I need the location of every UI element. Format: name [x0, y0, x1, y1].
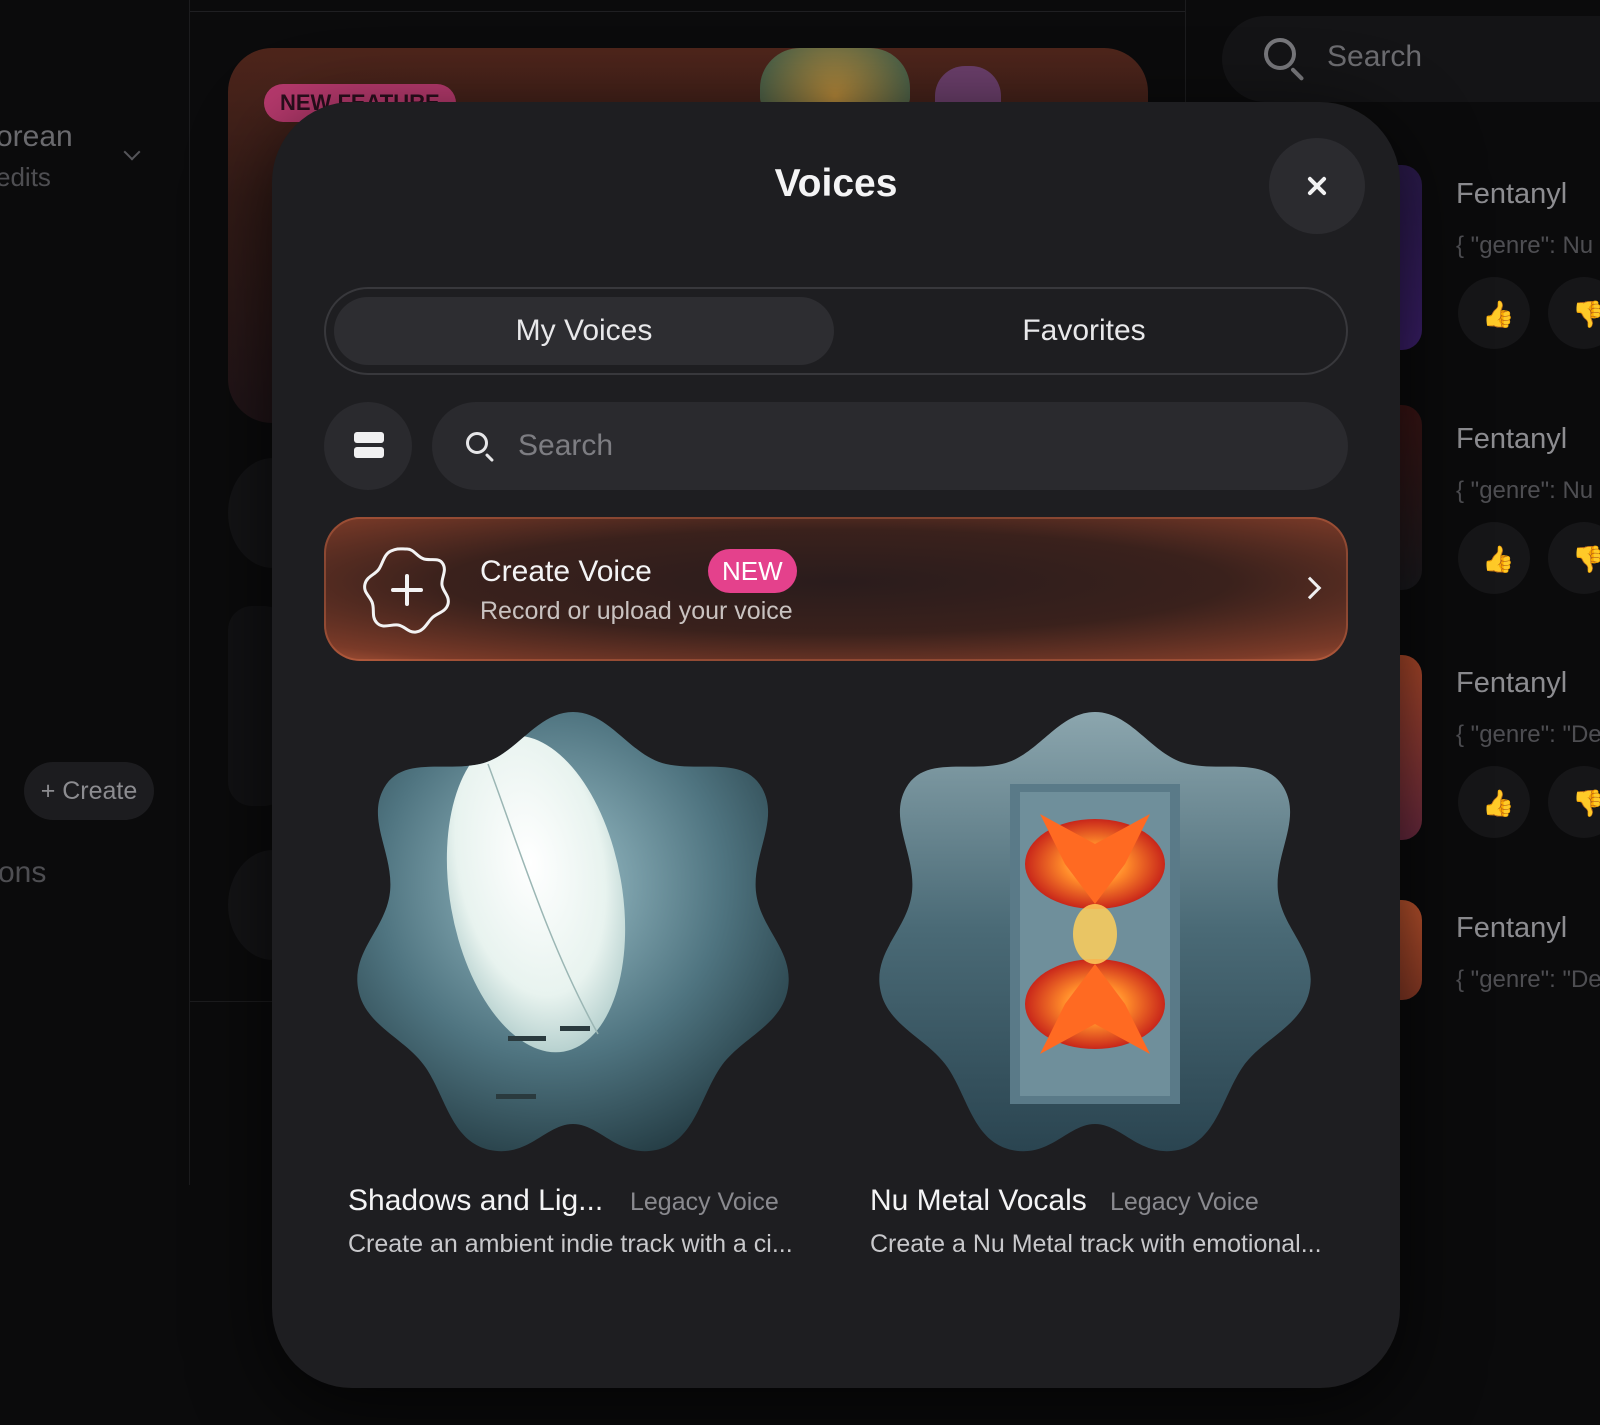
sidebar-create-button[interactable]: + Create — [24, 762, 154, 820]
feed-item-subtitle: { "genre": Nu — [1456, 232, 1594, 259]
list-view-icon — [354, 447, 384, 458]
sidebar: orean edits + Create ons — [0, 0, 190, 1185]
search-icon — [1264, 38, 1296, 70]
app-screen: orean edits + Create ons NEW FEATURE Sea… — [0, 0, 1600, 1425]
chevron-down-icon[interactable] — [123, 143, 141, 161]
voice-cover-image — [357, 712, 789, 1152]
voice-card[interactable]: Nu Metal Vocals Legacy Voice Create a Nu… — [870, 704, 1340, 1284]
thumbs-up-icon: 👍 — [1482, 544, 1515, 574]
voice-search-bar — [432, 402, 1348, 490]
like-button[interactable]: 👍 — [1458, 766, 1530, 838]
feed-item-title[interactable]: Fentanyl — [1456, 912, 1567, 945]
feed-item-title[interactable]: Fentanyl — [1456, 667, 1567, 700]
feed-item-subtitle: { "genre": "De — [1456, 721, 1600, 748]
voice-description: Create an ambient indie track with a ci.… — [348, 1230, 793, 1258]
like-button[interactable]: 👍 — [1458, 277, 1530, 349]
new-badge: NEW — [708, 549, 797, 593]
voices-modal: Voices My Voices Favorites Create Voice … — [272, 102, 1400, 1388]
add-voice-icon — [363, 547, 450, 634]
voice-type-tag: Legacy Voice — [630, 1188, 779, 1216]
chevron-right-icon — [1298, 576, 1322, 600]
voice-name: Nu Metal Vocals — [870, 1184, 1087, 1217]
feed-item-subtitle: { "genre": "De — [1456, 966, 1600, 993]
voice-name: Shadows and Lig... — [348, 1184, 604, 1217]
like-button[interactable]: 👍 — [1458, 522, 1530, 594]
thumbs-down-icon: 👎 — [1572, 299, 1600, 329]
create-voice-title: Create Voice — [480, 555, 652, 588]
close-button[interactable] — [1269, 138, 1365, 234]
feed-item-title[interactable]: Fentanyl — [1456, 423, 1567, 456]
account-name[interactable]: orean — [0, 120, 73, 154]
voice-description: Create a Nu Metal track with emotional..… — [870, 1230, 1322, 1258]
feed-item-title[interactable]: Fentanyl — [1456, 178, 1567, 211]
sidebar-item[interactable]: ons — [0, 856, 46, 890]
voices-tabs: My Voices Favorites — [324, 287, 1348, 375]
voice-search-input[interactable] — [518, 402, 1318, 490]
thumbs-up-icon: 👍 — [1482, 788, 1515, 818]
list-view-icon — [354, 432, 384, 443]
create-voice-subtitle: Record or upload your voice — [480, 597, 793, 625]
main-header — [190, 0, 1185, 12]
tab-my-voices[interactable]: My Voices — [334, 297, 834, 365]
thumbs-up-icon: 👍 — [1482, 299, 1515, 329]
banner-art-image — [760, 48, 910, 108]
modal-title: Voices — [774, 162, 898, 205]
thumbs-down-icon: 👎 — [1572, 788, 1600, 818]
account-credits: edits — [0, 162, 51, 192]
feed-search-placeholder: Search — [1327, 40, 1423, 73]
thumbs-down-icon: 👎 — [1572, 544, 1600, 574]
voice-type-tag: Legacy Voice — [1110, 1188, 1259, 1216]
tab-favorites[interactable]: Favorites — [834, 297, 1334, 365]
voice-cover-image — [879, 712, 1311, 1152]
view-toggle-button[interactable] — [324, 402, 412, 490]
voice-card[interactable]: Shadows and Lig... Legacy Voice Create a… — [348, 704, 818, 1284]
feed-item-subtitle: { "genre": Nu — [1456, 477, 1594, 504]
create-voice-card[interactable]: Create Voice NEW Record or upload your v… — [324, 517, 1348, 661]
search-icon — [466, 432, 488, 454]
